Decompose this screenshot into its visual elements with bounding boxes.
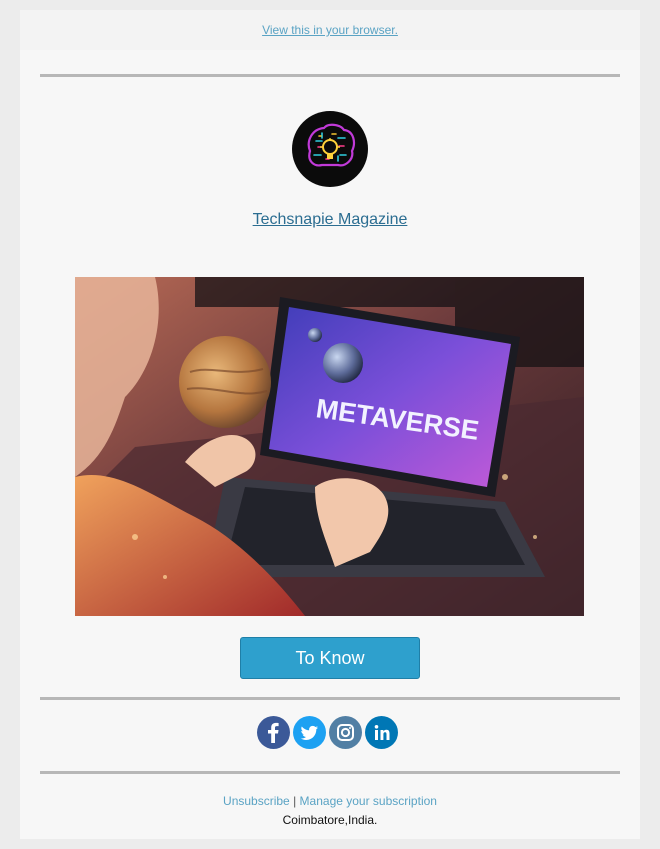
- metaverse-laptop-photo: METAVERSE: [75, 277, 584, 616]
- preheader-bar: View this in your browser.: [20, 10, 640, 50]
- manage-subscription-link[interactable]: Manage your subscription: [300, 794, 437, 808]
- brand-name-link[interactable]: Techsnapie Magazine: [20, 211, 640, 229]
- view-in-browser-link[interactable]: View this in your browser.: [20, 23, 640, 37]
- facebook-icon[interactable]: [257, 716, 290, 749]
- brain-lightbulb-logo-icon[interactable]: [292, 111, 368, 187]
- top-divider: [40, 74, 620, 77]
- middle-divider: [40, 697, 620, 700]
- linkedin-icon[interactable]: [365, 716, 398, 749]
- footer-separator: |: [293, 794, 297, 808]
- bottom-divider: [40, 771, 620, 774]
- to-know-button[interactable]: To Know: [240, 637, 420, 679]
- footer-links: Unsubscribe | Manage your subscription: [20, 794, 640, 808]
- unsubscribe-link[interactable]: Unsubscribe: [223, 794, 290, 808]
- twitter-icon[interactable]: [293, 716, 326, 749]
- email-card: View this in your browser. Techsnapie Ma…: [20, 10, 640, 839]
- footer-address: Coimbatore,India.: [282, 813, 378, 827]
- instagram-icon[interactable]: [329, 716, 362, 749]
